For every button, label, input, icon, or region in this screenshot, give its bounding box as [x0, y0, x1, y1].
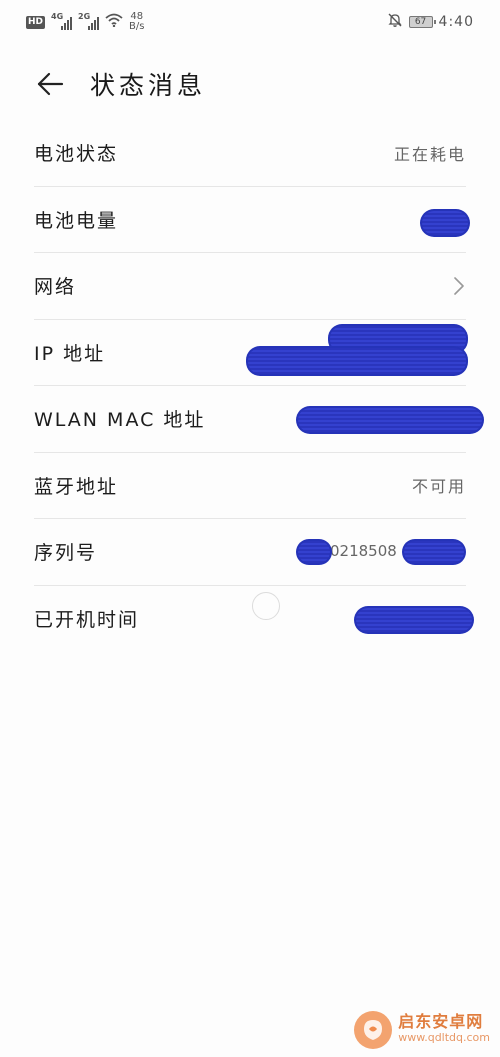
watermark-name: 启东安卓网 — [398, 1012, 484, 1031]
watermark-text: 启东安卓网 www.qdltdq.com — [398, 1014, 490, 1046]
hd-badge: HD — [26, 15, 46, 29]
redaction-mark — [296, 538, 332, 565]
watermark-url: www.qdltdq.com — [398, 1031, 490, 1044]
row-battery-level: 电池电量 — [34, 187, 470, 253]
bluetooth-address-value: 不可用 — [411, 477, 466, 497]
status-bar-left: HD 4G 2G 48 B/s — [26, 12, 144, 32]
status-bar-right: 67 4:40 — [387, 12, 474, 32]
arrow-left-icon — [37, 72, 64, 96]
row-bluetooth-address: 蓝牙地址 不可用 — [34, 453, 466, 519]
app-header: 状态消息 — [0, 56, 500, 112]
row-label: 网络 — [34, 276, 77, 299]
row-serial-number: 序列号 0218508 — [34, 519, 466, 586]
chevron-right-icon — [452, 276, 466, 295]
status-time: 4:40 — [438, 14, 474, 30]
serial-number-value: 0218508 — [296, 537, 466, 567]
network-speed: 48 B/s — [129, 11, 145, 32]
redaction-mark — [296, 406, 484, 434]
row-uptime: 已开机时间 — [34, 586, 474, 653]
row-label: IP 地址 — [34, 342, 106, 365]
redaction-mark — [354, 605, 474, 634]
back-button[interactable] — [32, 66, 68, 102]
site-watermark: 启东安卓网 www.qdltdq.com — [354, 1011, 490, 1049]
watermark-logo-icon — [354, 1011, 393, 1049]
touch-indicator — [252, 592, 280, 620]
row-label: 电池状态 — [34, 143, 119, 166]
status-bar: HD 4G 2G 48 B/s 67 4:40 — [0, 0, 500, 44]
row-network[interactable]: 网络 — [34, 253, 466, 320]
row-label: 已开机时间 — [34, 609, 140, 632]
signal-2g-icon: 2G — [78, 12, 100, 30]
redaction-mark — [402, 538, 466, 565]
redaction-mark — [420, 208, 470, 237]
battery-icon: 67 — [408, 16, 436, 28]
row-label: 蓝牙地址 — [34, 475, 119, 498]
battery-status-value: 正在耗电 — [393, 144, 466, 164]
redaction-mark — [246, 345, 468, 376]
row-label: 电池电量 — [34, 209, 119, 232]
signal-4g-icon: 4G — [51, 12, 73, 30]
row-label: 序列号 — [34, 542, 98, 565]
bell-off-icon — [387, 12, 403, 32]
row-label: WLAN MAC 地址 — [34, 409, 206, 432]
status-info-list: 电池状态 正在耗电 电池电量 网络 IP 地址 WLAN MAC 地址 蓝牙地址… — [34, 120, 484, 653]
wifi-icon — [105, 13, 123, 31]
screen: HD 4G 2G 48 B/s 67 4:40 状态消息 电池状态 正在耗电 电… — [0, 0, 500, 1057]
page-title: 状态消息 — [90, 71, 207, 100]
row-battery-status: 电池状态 正在耗电 — [34, 120, 466, 187]
serial-number-text: 0218508 — [330, 541, 397, 560]
row-ip-address: IP 地址 — [34, 320, 468, 386]
row-wlan-mac-address: WLAN MAC 地址 — [34, 386, 484, 453]
